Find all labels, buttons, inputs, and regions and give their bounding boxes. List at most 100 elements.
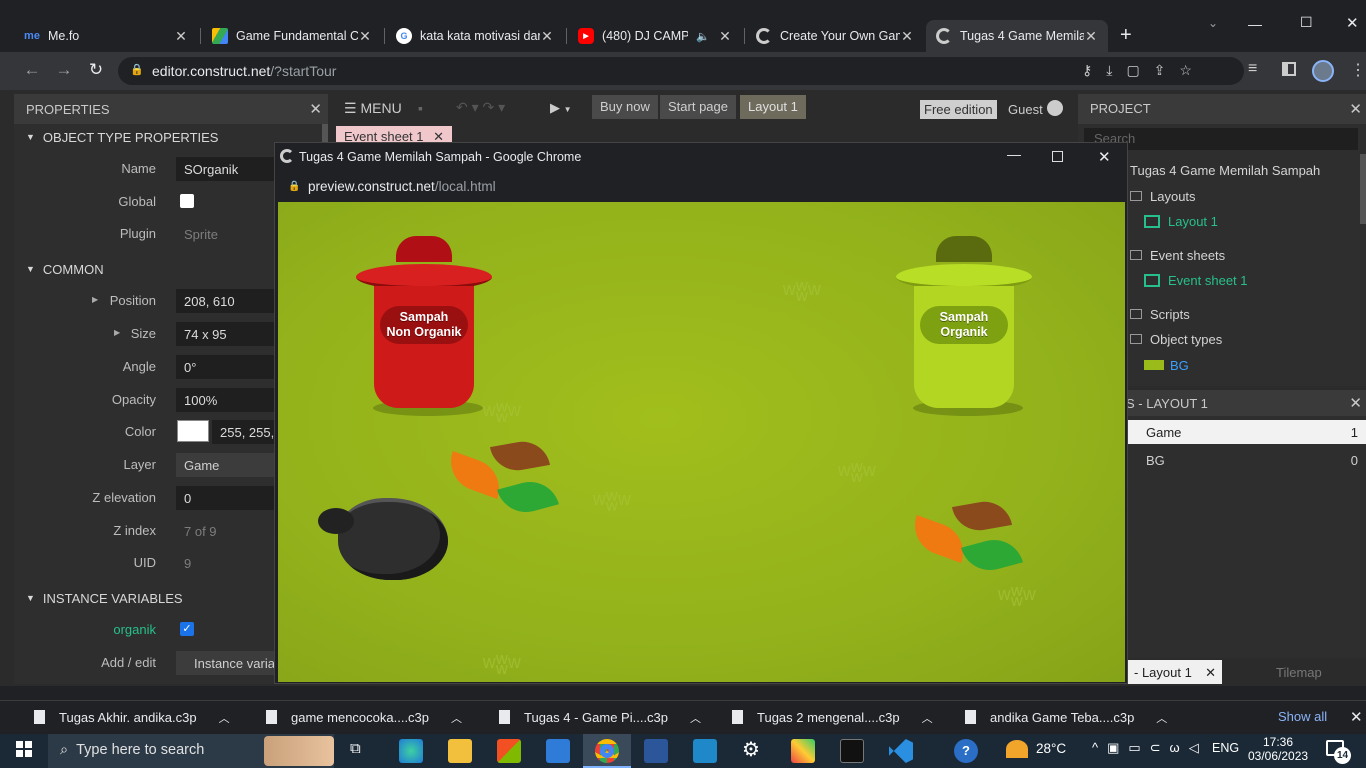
preview-url[interactable]: preview.construct.net/local.html [308,179,496,194]
chevron-up-icon[interactable]: ︿ [1156,713,1167,725]
tilemap-tab[interactable]: Tilemap [1276,665,1322,680]
close-icon[interactable]: ✕ [900,28,914,45]
tab-search-icon[interactable]: ⌄ [1208,16,1218,30]
chevron-up-icon[interactable]: ︿ [219,713,230,725]
project-root[interactable]: Tugas 4 Game Memilah Sampah [1130,163,1320,178]
chevron-up-icon[interactable]: ︿ [922,713,933,725]
close-window-button[interactable]: ✕ [1346,14,1359,32]
position-field[interactable]: 208, 610 [176,289,286,313]
download-item[interactable]: andika Game Teba....c3p ︿ [965,710,1167,726]
close-icon[interactable]: ✕ [174,28,188,45]
section-instance-variables[interactable]: ▼ INSTANCE VARIABLES [14,584,183,612]
system-tray-icons[interactable]: ^▣▭⊂ω◁ [1092,740,1208,756]
tab-dj-campur[interactable]: ▶ (480) DJ CAMPUR 🔈 ✕ [568,20,742,52]
preview-minimize-button[interactable]: — [1007,146,1021,162]
store-icon[interactable] [497,739,521,763]
omnibox-action-icons[interactable]: ⚷⤓▢⇪☆ [1082,62,1206,79]
item-bg[interactable]: BG [1144,358,1189,373]
download-item[interactable]: game mencocoka....c3p ︿ [266,710,462,726]
chevron-up-icon[interactable]: ︿ [451,713,462,725]
lock-icon[interactable]: 🔒 [130,63,144,76]
folder-scripts[interactable]: Scripts [1130,307,1190,322]
layer-row-game[interactable]: Game 1 [1126,420,1366,444]
folder-layouts[interactable]: Layouts [1130,189,1196,204]
close-icon[interactable]: ✕ [1349,394,1362,412]
close-downloads-icon[interactable]: ✕ [1350,708,1363,726]
close-icon[interactable]: ✕ [1205,665,1216,681]
terminal-icon[interactable] [840,739,864,763]
start-page-tab[interactable]: Start page [660,95,736,119]
preview-maximize-button[interactable] [1052,151,1063,162]
leaf-green[interactable] [497,475,559,519]
mail-icon[interactable] [546,739,570,763]
free-edition-badge[interactable]: Free edition [920,100,997,119]
buy-now-button[interactable]: Buy now [592,95,658,119]
close-icon[interactable]: ✕ [1349,100,1362,118]
layout-bottom-tab[interactable]: - Layout 1 ✕ [1128,660,1222,684]
close-icon[interactable]: ✕ [309,100,322,118]
size-field[interactable]: 74 x 95 [176,322,286,346]
temperature[interactable]: 28°C [1036,741,1066,756]
save-icon[interactable]: ▪ [418,100,423,116]
name-field[interactable]: SOrganik [176,157,286,181]
language-indicator[interactable]: ENG [1212,741,1239,755]
undo-redo-icons[interactable]: ↶ ▾ ↷ ▾ [456,99,505,116]
section-object-type[interactable]: ▼ OBJECT TYPE PROPERTIES [14,123,218,151]
organik-checkbox[interactable]: ✓ [180,622,194,636]
instance-variables-button[interactable]: Instance varia [176,651,286,675]
close-icon[interactable]: ✕ [358,28,372,45]
leaf-green[interactable] [961,533,1023,577]
tab-kata-kata[interactable]: G kata kata motivasi dan ✕ [386,20,564,52]
close-icon[interactable]: ✕ [718,28,732,45]
organic-bin[interactable]: Sampah Organik [914,286,1014,408]
tab-create-your-own[interactable]: Create Your Own Gam ✕ [746,20,924,52]
windows-start-icon[interactable] [16,741,32,757]
preview-close-button[interactable]: ✕ [1098,148,1111,166]
expand-icon[interactable]: ▶ [114,328,120,337]
folder-object-types[interactable]: Object types [1130,332,1222,347]
file-explorer-icon[interactable] [448,739,472,763]
scrollbar[interactable] [1360,154,1366,224]
close-icon[interactable]: ✕ [540,28,554,45]
tab-game-fundamental[interactable]: Game Fundamental Co ✕ [202,20,382,52]
sketchup-icon[interactable] [693,739,717,763]
maximize-button[interactable]: ☐ [1300,14,1313,31]
leaf-brown[interactable] [489,437,551,475]
game-canvas[interactable]: ʷʬʷ ʷʬʷ ʷʬʷ ʷʬʷ ʷʬʷ ʷʬʷ Sampah Non Organi… [278,202,1125,682]
leaf-brown[interactable] [951,497,1013,535]
profile-avatar[interactable] [1312,60,1334,82]
z-elevation-field[interactable]: 0 [176,486,286,510]
url-text[interactable]: editor.construct.net/?startTour [152,63,336,79]
more-menu-icon[interactable]: ⋮ [1350,60,1366,80]
minimize-button[interactable]: — [1248,16,1262,32]
play-icon[interactable]: ▶ ▼ [550,100,572,116]
task-view-icon[interactable]: ⧉ [350,740,361,757]
download-item[interactable]: Tugas 4 - Game Pi....c3p ︿ [499,710,701,726]
item-event-sheet-1[interactable]: Event sheet 1 [1144,273,1248,288]
word-icon[interactable] [644,739,668,763]
audio-playing-icon[interactable]: 🔈 [696,30,710,43]
user-avatar-icon[interactable] [1047,100,1063,116]
expand-icon[interactable]: ▶ [92,295,98,304]
item-layout-1[interactable]: Layout 1 [1144,214,1218,229]
layout-tab[interactable]: Layout 1 [740,95,806,119]
angle-field[interactable]: 0° [176,355,286,379]
weather-icon[interactable] [1006,740,1028,758]
help-icon[interactable]: ? [954,739,978,763]
tab-tugas-4[interactable]: Tugas 4 Game Memila ✕ [926,20,1108,52]
nonorganic-bin[interactable]: Sampah Non Organik [374,286,474,408]
git-tool-icon[interactable] [791,739,815,763]
menu-button[interactable]: ☰ MENU [344,100,402,117]
clock[interactable]: 17:36 03/06/2023 [1248,735,1308,763]
close-icon[interactable]: ✕ [1084,28,1098,45]
chevron-up-icon[interactable]: ︿ [690,713,701,725]
tab-mefo[interactable]: me Me.fo ✕ [14,20,198,52]
new-tab-button[interactable]: + [1120,24,1132,47]
forward-icon[interactable]: → [52,60,76,80]
global-checkbox[interactable] [180,194,194,208]
notification-count-badge[interactable]: 14 [1334,747,1351,764]
download-item[interactable]: Tugas 2 mengenal....c3p ︿ [732,710,933,726]
edge-icon[interactable] [399,739,423,763]
layer-dropdown[interactable]: Game [176,453,286,477]
plastic-bag[interactable] [338,498,448,580]
